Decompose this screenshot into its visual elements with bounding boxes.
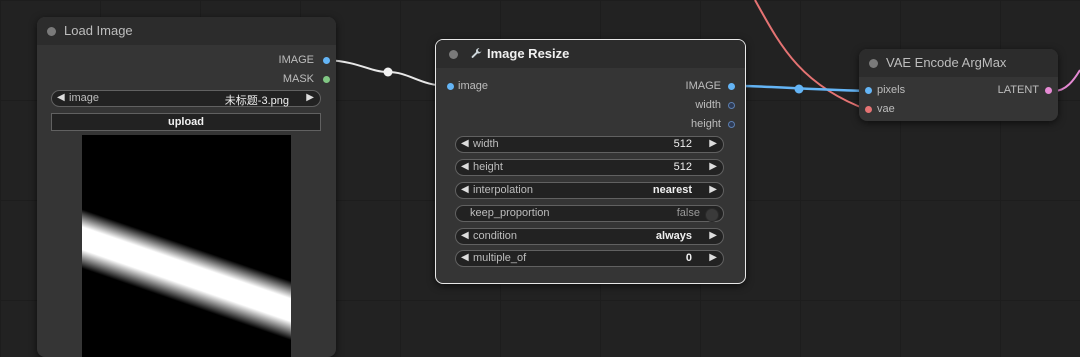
decrement-arrow-icon[interactable]: ◀ bbox=[57, 92, 65, 103]
output-height-dot-icon[interactable] bbox=[728, 121, 735, 128]
increment-arrow-icon[interactable]: ▶ bbox=[709, 252, 717, 263]
load-image-title: Load Image bbox=[64, 23, 133, 38]
condition-label: condition bbox=[473, 230, 518, 242]
pixels-link-midpoint bbox=[794, 84, 804, 94]
height-value: 512 bbox=[673, 161, 692, 173]
input-image-label: image bbox=[458, 80, 488, 92]
image-preview bbox=[82, 135, 291, 357]
output-image-dot-icon[interactable] bbox=[323, 57, 330, 64]
height-widget[interactable]: ◀ height 512 ▶ bbox=[455, 159, 724, 176]
input-vae-label: vae bbox=[877, 103, 895, 115]
output-height-label: height bbox=[691, 118, 721, 130]
height-label: height bbox=[473, 161, 503, 173]
vae-link-wire bbox=[754, 0, 869, 111]
image-widget-label: image bbox=[69, 92, 99, 104]
vae-encode-node[interactable]: VAE Encode ArgMax pixels vae LATENT bbox=[859, 49, 1058, 121]
image-resize-node[interactable]: Image Resize image IMAGE width height ◀ … bbox=[435, 39, 746, 284]
keep-proportion-toggle[interactable]: keep_proportion false bbox=[455, 205, 724, 222]
collapse-dot-icon[interactable] bbox=[449, 50, 458, 59]
interpolation-value: nearest bbox=[652, 184, 692, 196]
increment-arrow-icon[interactable]: ▶ bbox=[709, 138, 717, 149]
keep-proportion-value: false bbox=[676, 207, 700, 219]
collapse-dot-icon[interactable] bbox=[869, 59, 878, 68]
load-image-title-bar[interactable]: Load Image bbox=[37, 17, 336, 45]
increment-arrow-icon[interactable]: ▶ bbox=[306, 92, 314, 103]
preview-white-stripe bbox=[82, 198, 291, 350]
pixels-link-wire bbox=[738, 84, 869, 93]
multiple-of-value: 0 bbox=[685, 252, 692, 264]
output-width-label: width bbox=[695, 99, 721, 111]
interpolation-label: interpolation bbox=[473, 184, 533, 196]
output-mask-dot-icon[interactable] bbox=[323, 76, 330, 83]
output-image-dot-icon[interactable] bbox=[728, 83, 735, 90]
decrement-arrow-icon[interactable]: ◀ bbox=[461, 230, 469, 241]
decrement-arrow-icon[interactable]: ◀ bbox=[461, 184, 469, 195]
output-mask-label: MASK bbox=[282, 73, 314, 85]
output-width-dot-icon[interactable] bbox=[728, 102, 735, 109]
upload-button[interactable]: upload bbox=[51, 113, 321, 131]
width-widget[interactable]: ◀ width 512 ▶ bbox=[455, 136, 724, 153]
wrench-icon bbox=[471, 48, 483, 58]
collapse-dot-icon[interactable] bbox=[47, 27, 56, 36]
output-image-label: IMAGE bbox=[278, 54, 314, 66]
increment-arrow-icon[interactable]: ▶ bbox=[709, 230, 717, 241]
output-latent-dot-icon[interactable] bbox=[1045, 87, 1052, 94]
condition-widget[interactable]: ◀ condition always ▶ bbox=[455, 228, 724, 245]
decrement-arrow-icon[interactable]: ◀ bbox=[461, 252, 469, 263]
load-image-node[interactable]: Load Image IMAGE MASK ◀ image 未标题-3.png … bbox=[37, 17, 336, 357]
toggle-knob-icon[interactable] bbox=[705, 208, 719, 222]
keep-proportion-label: keep_proportion bbox=[470, 207, 550, 219]
output-image-label: IMAGE bbox=[685, 80, 721, 92]
image-resize-title-bar[interactable]: Image Resize bbox=[436, 40, 745, 68]
width-label: width bbox=[473, 138, 499, 150]
vae-encode-title: VAE Encode ArgMax bbox=[886, 55, 1007, 70]
image-link-midpoint bbox=[383, 67, 393, 77]
vae-encode-title-bar[interactable]: VAE Encode ArgMax bbox=[859, 49, 1058, 77]
output-latent-label: LATENT bbox=[997, 84, 1039, 96]
increment-arrow-icon[interactable]: ▶ bbox=[709, 161, 717, 172]
input-pixels-dot-icon[interactable] bbox=[865, 87, 872, 94]
multiple-of-label: multiple_of bbox=[473, 252, 527, 264]
input-image-dot-icon[interactable] bbox=[447, 83, 454, 90]
image-resize-title: Image Resize bbox=[487, 46, 570, 61]
image-select-widget[interactable]: ◀ image 未标题-3.png ▶ bbox=[51, 90, 321, 107]
increment-arrow-icon[interactable]: ▶ bbox=[709, 184, 717, 195]
width-value: 512 bbox=[673, 138, 692, 150]
multiple-of-widget[interactable]: ◀ multiple_of 0 ▶ bbox=[455, 250, 724, 267]
image-widget-value: 未标题-3.png bbox=[224, 95, 289, 107]
interpolation-widget[interactable]: ◀ interpolation nearest ▶ bbox=[455, 182, 724, 199]
input-vae-dot-icon[interactable] bbox=[865, 106, 872, 113]
decrement-arrow-icon[interactable]: ◀ bbox=[461, 161, 469, 172]
image-resize-title-group: Image Resize bbox=[470, 46, 569, 61]
condition-value: always bbox=[655, 230, 692, 242]
decrement-arrow-icon[interactable]: ◀ bbox=[461, 138, 469, 149]
input-pixels-label: pixels bbox=[877, 84, 906, 96]
